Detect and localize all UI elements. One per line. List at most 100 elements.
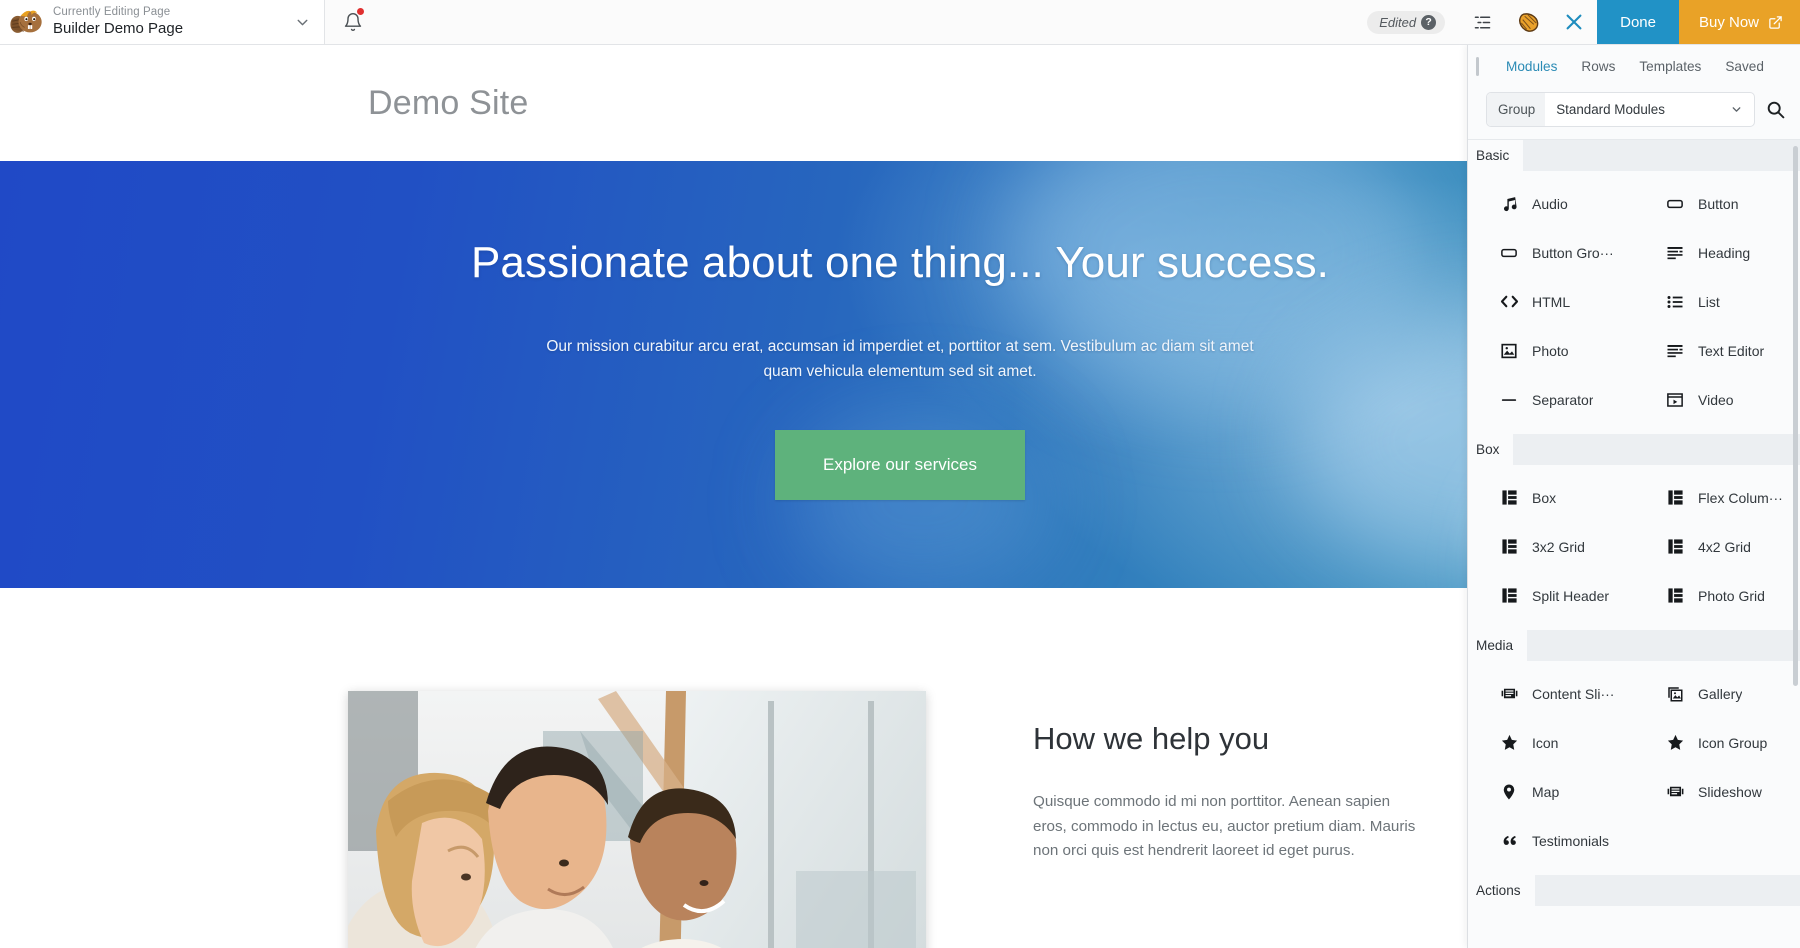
module-label: Gallery — [1698, 685, 1743, 702]
module-html[interactable]: HTML — [1468, 277, 1634, 326]
text-editor-icon — [1665, 341, 1685, 361]
tab-modules[interactable]: Modules — [1494, 45, 1569, 88]
module-slideshow[interactable]: Slideshow — [1634, 767, 1800, 816]
beaver-tail-icon — [1518, 12, 1538, 32]
module-list[interactable]: List — [1634, 277, 1800, 326]
module-gallery[interactable]: Gallery — [1634, 669, 1800, 718]
module-label: 3x2 Grid — [1532, 538, 1585, 555]
music-note-icon — [1499, 194, 1519, 214]
chevron-down-icon[interactable] — [292, 12, 312, 32]
module-heading[interactable]: Heading — [1634, 228, 1800, 277]
tab-saved[interactable]: Saved — [1713, 45, 1776, 88]
module-audio[interactable]: Audio — [1468, 179, 1634, 228]
video-icon — [1665, 390, 1685, 410]
module-label: Photo Grid — [1698, 587, 1765, 604]
module-button[interactable]: Button — [1634, 179, 1800, 228]
notifications-button[interactable] — [325, 0, 380, 44]
module-section-header-basic[interactable]: Basic — [1468, 140, 1800, 171]
module-list-scroll-area[interactable]: Basic Audio Button Button Gro··· Heading — [1468, 139, 1800, 948]
edited-label: Edited — [1379, 14, 1417, 30]
module-label: Icon Group — [1698, 734, 1768, 751]
panel-scrollbar-thumb[interactable] — [1793, 146, 1798, 686]
module-map[interactable]: Map — [1468, 767, 1634, 816]
tools-beaver-tail-icon[interactable] — [1505, 0, 1551, 44]
section-header-fill — [1527, 630, 1800, 661]
module-box[interactable]: Box — [1468, 473, 1634, 522]
module-icon-group[interactable]: Icon Group — [1634, 718, 1800, 767]
module-4x2-grid[interactable]: 4x2 Grid — [1634, 522, 1800, 571]
module-label: Photo — [1532, 342, 1569, 359]
buy-now-button[interactable]: Buy Now — [1678, 0, 1800, 44]
gallery-icon — [1665, 684, 1685, 704]
separator-icon — [1499, 390, 1519, 410]
bell-icon — [344, 13, 361, 31]
builder-content-panel: Modules Rows Templates Saved Group Stand… — [1467, 45, 1800, 948]
module-section-header-box[interactable]: Box — [1468, 434, 1800, 465]
hero-cta-button[interactable]: Explore our services — [774, 429, 1025, 500]
module-label: Testimonials — [1532, 832, 1610, 849]
module-separator[interactable]: Separator — [1468, 375, 1634, 424]
module-testimonials[interactable]: Testimonials — [1468, 816, 1634, 865]
hero-subtext: Our mission curabitur arcu erat, accumsa… — [546, 338, 1254, 380]
module-grid-media: Content Sli··· Gallery Icon Icon Group M… — [1468, 661, 1800, 875]
map-pin-icon — [1499, 782, 1519, 802]
admin-bar-actions: Edited ? Done Buy Now — [1367, 0, 1800, 44]
code-icon — [1499, 292, 1519, 312]
tab-rows[interactable]: Rows — [1569, 45, 1627, 88]
module-label: Audio — [1532, 195, 1568, 212]
section-paragraph: Quisque commodo id mi non porttitor. Aen… — [1033, 793, 1416, 860]
module-photo-grid[interactable]: Photo Grid — [1634, 571, 1800, 620]
module-label: Box — [1532, 489, 1557, 506]
current-page-selector[interactable]: Currently Editing Page Builder Demo Page — [0, 0, 325, 44]
section-header-fill — [1513, 434, 1800, 465]
module-label: 4x2 Grid — [1698, 538, 1751, 555]
tab-templates[interactable]: Templates — [1627, 45, 1713, 88]
close-editor-icon[interactable] — [1551, 0, 1597, 44]
admin-bar-spacer — [380, 0, 1367, 44]
module-label: Button — [1698, 195, 1739, 212]
module-3x2-grid[interactable]: 3x2 Grid — [1468, 522, 1634, 571]
section-name: Media — [1468, 630, 1528, 661]
module-label: Icon — [1532, 734, 1559, 751]
section-name: Actions — [1468, 875, 1535, 906]
section-header-fill — [1523, 140, 1800, 171]
module-label: Content Sli··· — [1532, 685, 1615, 702]
module-photo[interactable]: Photo — [1468, 326, 1634, 375]
heading-icon — [1665, 243, 1685, 263]
team-collaboration-photo[interactable] — [348, 691, 926, 948]
module-label: Separator — [1532, 391, 1594, 408]
edited-status-badge: Edited ? — [1367, 10, 1446, 34]
group-select-label: Group — [1487, 93, 1546, 126]
hero-heading: Passionate about one thing... Your succe… — [470, 238, 1329, 287]
site-title: Demo Site — [368, 83, 529, 122]
section-name: Box — [1468, 434, 1514, 465]
module-video[interactable]: Video — [1634, 375, 1800, 424]
module-label: Button Gro··· — [1532, 244, 1614, 261]
module-section-header-media[interactable]: Media — [1468, 630, 1800, 661]
notification-badge-dot — [357, 8, 364, 15]
module-content-slider[interactable]: Content Sli··· — [1468, 669, 1634, 718]
help-icon[interactable]: ? — [1421, 14, 1437, 30]
module-icon[interactable]: Icon — [1468, 718, 1634, 767]
module-split-header[interactable]: Split Header — [1468, 571, 1634, 620]
done-button[interactable]: Done — [1597, 0, 1679, 44]
module-flex-columns[interactable]: Flex Colum··· — [1634, 473, 1800, 522]
buy-now-label: Buy Now — [1698, 13, 1759, 31]
box-layout-icon — [1665, 537, 1685, 557]
panel-drag-handle[interactable] — [1476, 57, 1479, 76]
group-select[interactable]: Group Standard Modules — [1486, 92, 1755, 127]
module-label: HTML — [1532, 293, 1571, 310]
editing-page-title: Builder Demo Page — [53, 20, 184, 38]
module-text-editor[interactable]: Text Editor — [1634, 326, 1800, 375]
module-grid-box: Box Flex Colum··· 3x2 Grid 4x2 Grid Spli… — [1468, 465, 1800, 630]
panel-search-icon[interactable] — [1765, 99, 1788, 120]
slideshow-icon — [1499, 684, 1519, 704]
module-label: Slideshow — [1698, 783, 1762, 800]
outline-panel-icon[interactable] — [1459, 0, 1505, 44]
module-label: Video — [1698, 391, 1734, 408]
module-section-header-actions[interactable]: Actions — [1468, 875, 1800, 906]
section-text-column: How we help you Quisque commodo id mi no… — [1033, 691, 1423, 948]
module-button-group[interactable]: Button Gro··· — [1468, 228, 1634, 277]
module-label: Text Editor — [1698, 342, 1765, 359]
photo-icon — [1499, 341, 1519, 361]
